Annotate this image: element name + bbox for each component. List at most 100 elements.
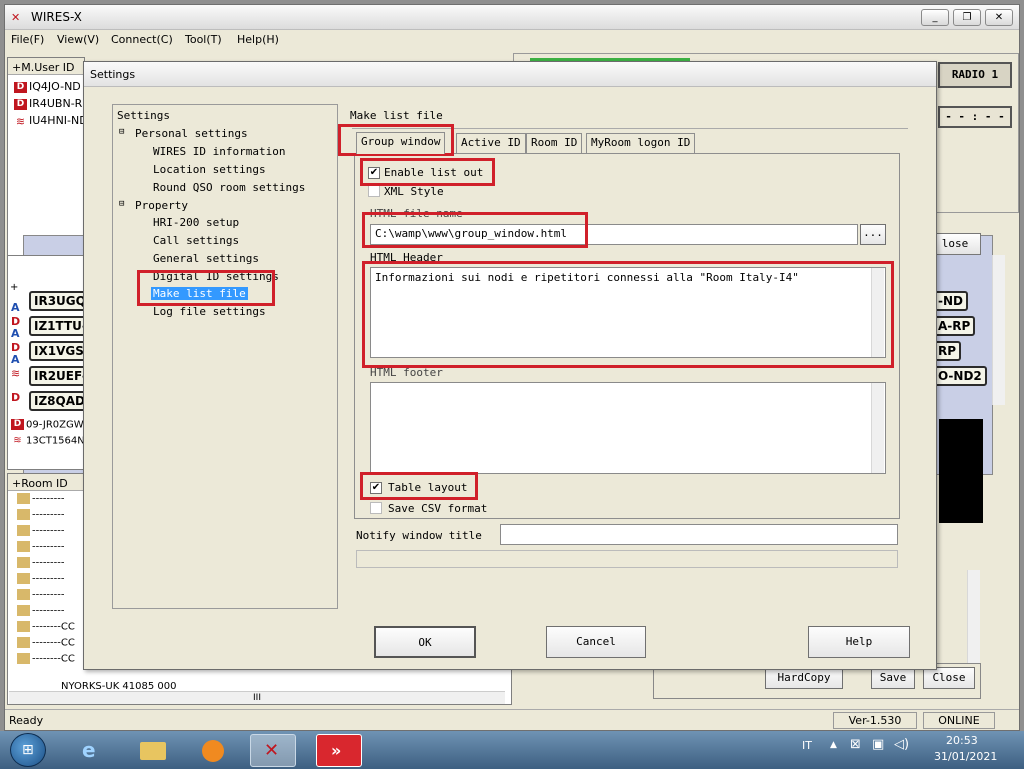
list-item[interactable]: D IQ4JO-ND (14, 80, 81, 93)
list-item-label: IQ4JO-ND (29, 80, 81, 93)
volume-icon[interactable]: ◁) (894, 737, 909, 752)
notify-window-title-label: Notify window title (356, 529, 482, 542)
enable-list-out-checkbox[interactable]: ✔ (368, 167, 380, 179)
scrollbar[interactable] (967, 570, 980, 665)
room-rows: --------- --------- --------- --------- … (11, 493, 91, 693)
tree-item-wires-id[interactable]: WIRES ID information (153, 145, 285, 158)
save-csv-checkbox[interactable] (370, 502, 382, 514)
table-cell: --------- (32, 589, 65, 601)
start-button[interactable]: ⊞ (10, 733, 46, 767)
internet-explorer-icon[interactable]: e (70, 734, 116, 767)
table-layout-checkbox[interactable]: ✔ (370, 482, 382, 494)
table-row[interactable]: --------- (17, 557, 64, 569)
room-icon (17, 621, 30, 632)
cancel-button[interactable]: Cancel (546, 626, 646, 658)
menu-file[interactable]: File(F) (11, 33, 44, 46)
notify-window-title-input[interactable] (500, 524, 898, 545)
menu-view[interactable]: View(V) (57, 33, 99, 46)
tree-item-general[interactable]: General settings (153, 252, 259, 265)
power-icon[interactable]: ▣ (872, 737, 884, 752)
node-id-box[interactable]: A-RP (933, 316, 976, 336)
group-label: Make list file (350, 109, 443, 122)
list-item[interactable]: ≋ IU4HNI-ND (14, 114, 88, 127)
help-button[interactable]: Help (808, 626, 910, 658)
hardcopy-button[interactable]: HardCopy (765, 667, 843, 689)
menu-tool[interactable]: Tool(T) (185, 33, 222, 46)
app-taskbar-icon[interactable]: » (316, 734, 362, 767)
title-bar: ✕ WIRES-X _ ❐ ✕ (5, 5, 1019, 30)
wireless-icon: ≋ (15, 114, 26, 128)
xml-style-checkbox[interactable] (368, 185, 380, 197)
radio-button[interactable]: RADIO 1 (938, 62, 1012, 88)
scroll-thumb-grip[interactable]: III (253, 693, 261, 703)
table-row[interactable]: --------- (17, 525, 64, 537)
table-row[interactable]: --------CC (17, 653, 75, 665)
node-id-box[interactable]: RP (933, 341, 962, 361)
table-row[interactable]: --------CC (17, 621, 75, 633)
tree-root[interactable]: Settings (117, 109, 170, 122)
collapse-icon[interactable]: ⊟ (119, 127, 124, 137)
network-icon[interactable]: ⊠ (850, 737, 861, 752)
tab-room-id[interactable]: Room ID (526, 133, 583, 153)
html-header-textarea[interactable]: Informazioni sui nodi e ripetitori conne… (370, 267, 886, 358)
table-row[interactable]: --------- (17, 493, 64, 505)
wires-x-taskbar-icon[interactable]: ✕ (250, 734, 296, 767)
scrollbar[interactable] (992, 255, 1005, 405)
scrollbar[interactable] (871, 383, 884, 473)
clock-date[interactable]: 31/01/2021 (934, 750, 997, 763)
close-button[interactable]: ✕ (985, 9, 1013, 26)
clock-time[interactable]: 20:53 (946, 734, 978, 747)
tree-item-location[interactable]: Location settings (153, 163, 266, 176)
settings-tree[interactable]: Settings ⊟ Personal settings WIRES ID in… (112, 104, 338, 609)
list-item[interactable]: D IR4UBN-RP (14, 97, 89, 110)
list-item[interactable]: D 09-JR0ZGW (11, 419, 84, 431)
xml-style-label: XML Style (384, 185, 444, 198)
tab-myroom-logon-id[interactable]: MyRoom logon ID (586, 133, 696, 153)
table-row[interactable]: --------- (17, 509, 64, 521)
file-explorer-icon[interactable] (130, 734, 176, 767)
tab-active-id[interactable]: Active ID (456, 133, 526, 153)
ok-button[interactable]: OK (374, 626, 476, 658)
collapse-icon[interactable]: ⊟ (119, 199, 124, 209)
tree-item-digital-id[interactable]: Digital ID settings (153, 270, 279, 283)
horizontal-scrollbar[interactable]: III (9, 691, 505, 704)
save-button[interactable]: Save (871, 667, 915, 689)
status-icon-column: A D A D A ≋ D (11, 293, 25, 423)
tree-item-log-file[interactable]: Log file settings (153, 305, 266, 318)
dialog-title-bar: Settings (84, 62, 936, 87)
media-player-icon[interactable] (190, 734, 236, 767)
tab-group-window[interactable]: Group window (356, 132, 446, 154)
tree-item-hri200[interactable]: HRI-200 setup (153, 216, 239, 229)
status-text: Ready (9, 714, 44, 727)
tree-item-make-list-file[interactable]: Make list file (151, 287, 248, 300)
table-row[interactable]: --------- (17, 541, 64, 553)
html-file-name-input[interactable]: C:\wamp\www\group_window.html (370, 224, 858, 245)
table-row[interactable]: --------- (17, 605, 64, 617)
browse-button[interactable]: ... (860, 224, 886, 245)
table-row[interactable]: --------- (17, 589, 64, 601)
close-log-button[interactable]: Close (923, 667, 975, 689)
version-label: Ver-1.530 (833, 712, 917, 729)
table-cell: --------- (32, 509, 65, 521)
table-row[interactable]: --------- (17, 573, 64, 585)
html-footer-textarea[interactable] (370, 382, 886, 474)
tree-item-property[interactable]: Property (135, 199, 188, 212)
language-indicator[interactable]: IT (802, 739, 812, 752)
minimize-button[interactable]: _ (921, 9, 949, 26)
menu-connect[interactable]: Connect(C) (111, 33, 173, 46)
table-cell: --------- (32, 573, 65, 585)
node-id-box[interactable]: O-ND2 (933, 366, 987, 386)
tree-item-round-qso[interactable]: Round QSO room settings (153, 181, 305, 194)
show-hidden-icons-icon[interactable]: ▲ (830, 740, 837, 750)
tree-item-call[interactable]: Call settings (153, 234, 239, 247)
maximize-button[interactable]: ❐ (953, 9, 981, 26)
room-header[interactable]: +Room ID (12, 477, 68, 490)
table-row[interactable]: --------CC (17, 637, 75, 649)
scrollbar[interactable] (871, 268, 884, 357)
muser-header[interactable]: +M.User ID (12, 61, 75, 74)
menu-help[interactable]: Help(H) (237, 33, 279, 46)
tree-item-personal[interactable]: Personal settings (135, 127, 248, 140)
list-item[interactable]: ≋ 13CT1564N (11, 435, 84, 447)
node-id-box[interactable]: -ND (933, 291, 968, 311)
html-footer-label: HTML footer (370, 366, 443, 379)
